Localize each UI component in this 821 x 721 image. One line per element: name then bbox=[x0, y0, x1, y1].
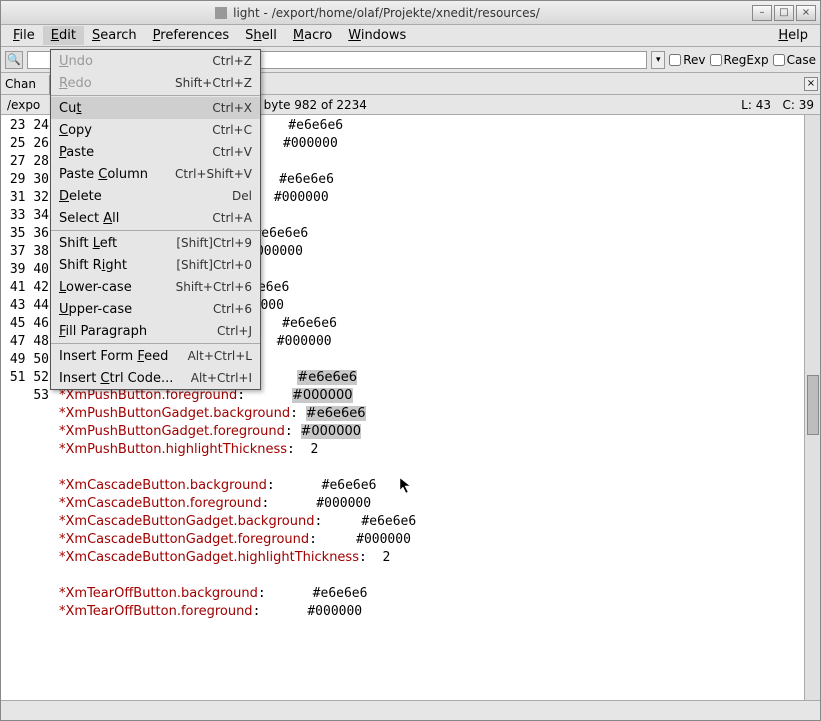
menubar: FileEditSearchPreferencesShellMacroWindo… bbox=[1, 25, 820, 47]
minimize-button[interactable]: – bbox=[752, 5, 772, 21]
bottom-statusbar bbox=[1, 700, 820, 720]
menu-search[interactable]: Search bbox=[84, 26, 145, 45]
menu-windows[interactable]: Windows bbox=[340, 26, 414, 45]
edit-menu-dropdown: UndoCtrl+ZRedoShift+Ctrl+Z CutCtrl+XCopyC… bbox=[50, 49, 261, 390]
menuitem-fill-paragraph[interactable]: Fill ParagraphCtrl+J bbox=[51, 320, 260, 342]
menu-macro[interactable]: Macro bbox=[285, 26, 340, 45]
menu-separator bbox=[51, 343, 260, 344]
menuitem-lower-case[interactable]: Lower-caseShift+Ctrl+6 bbox=[51, 276, 260, 298]
menu-separator bbox=[51, 95, 260, 96]
maximize-button[interactable]: □ bbox=[774, 5, 794, 21]
menu-preferences[interactable]: Preferences bbox=[145, 26, 237, 45]
close-window-button[interactable]: × bbox=[796, 5, 816, 21]
menuitem-paste-column[interactable]: Paste ColumnCtrl+Shift+V bbox=[51, 163, 260, 185]
menu-separator bbox=[51, 230, 260, 231]
menuitem-paste[interactable]: PasteCtrl+V bbox=[51, 141, 260, 163]
menu-edit[interactable]: Edit bbox=[43, 26, 84, 45]
regexp-checkbox[interactable]: RegExp bbox=[710, 53, 769, 67]
menuitem-upper-case[interactable]: Upper-caseCtrl+6 bbox=[51, 298, 260, 320]
rev-checkbox[interactable]: Rev bbox=[669, 53, 705, 67]
menuitem-shift-left[interactable]: Shift Left[Shift]Ctrl+9 bbox=[51, 232, 260, 254]
menuitem-insert-form-feed[interactable]: Insert Form FeedAlt+Ctrl+L bbox=[51, 345, 260, 367]
titlebar: light - /export/home/olaf/Projekte/xnedi… bbox=[1, 1, 820, 25]
window-title: light - /export/home/olaf/Projekte/xnedi… bbox=[5, 6, 750, 20]
case-checkbox[interactable]: Case bbox=[773, 53, 816, 67]
search-icon[interactable]: 🔍 bbox=[5, 51, 23, 69]
menuitem-insert-ctrl-code[interactable]: Insert Ctrl Code...Alt+Ctrl+I bbox=[51, 367, 260, 389]
changed-indicator: Chan bbox=[1, 77, 49, 91]
menuitem-copy[interactable]: CopyCtrl+C bbox=[51, 119, 260, 141]
search-history-dropdown[interactable]: ▾ bbox=[651, 51, 665, 69]
app-icon bbox=[215, 7, 227, 19]
close-tab-button[interactable]: × bbox=[804, 77, 818, 91]
menuitem-cut[interactable]: CutCtrl+X bbox=[51, 97, 260, 119]
replace-input[interactable] bbox=[231, 51, 647, 69]
menuitem-delete[interactable]: DeleteDel bbox=[51, 185, 260, 207]
menu-help[interactable]: Help bbox=[770, 26, 816, 45]
menu-file[interactable]: File bbox=[5, 26, 43, 45]
menuitem-redo: RedoShift+Ctrl+Z bbox=[51, 72, 260, 94]
line-number-gutter: 23 24 25 26 27 28 29 30 31 32 33 34 35 3… bbox=[1, 115, 55, 700]
menuitem-undo: UndoCtrl+Z bbox=[51, 50, 260, 72]
vertical-scrollbar[interactable] bbox=[804, 115, 820, 700]
scrollbar-thumb[interactable] bbox=[807, 375, 819, 435]
menuitem-select-all[interactable]: Select AllCtrl+A bbox=[51, 207, 260, 229]
menu-shell[interactable]: Shell bbox=[237, 26, 285, 45]
menuitem-shift-right[interactable]: Shift Right[Shift]Ctrl+0 bbox=[51, 254, 260, 276]
window-title-text: light - /export/home/olaf/Projekte/xnedi… bbox=[233, 6, 540, 20]
status-line-col: L: 43 C: 39 bbox=[741, 98, 814, 112]
